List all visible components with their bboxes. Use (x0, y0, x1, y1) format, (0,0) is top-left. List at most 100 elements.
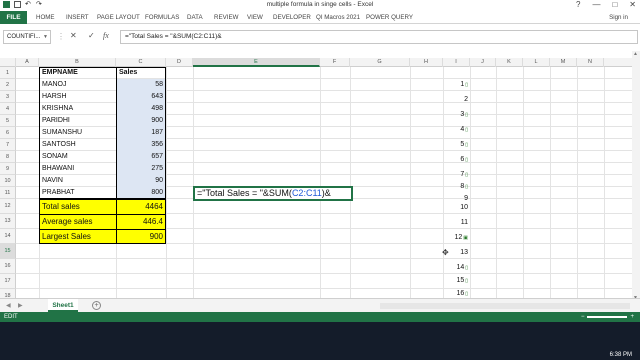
tab-review[interactable]: REVIEW (214, 11, 238, 24)
column-header-b[interactable]: B (39, 58, 116, 67)
cell-empname[interactable]: KRISHNA (40, 103, 73, 114)
cell-column-i[interactable]: 11 (443, 217, 470, 228)
total-sales-value[interactable]: 4464 (117, 200, 165, 214)
column-header-l[interactable]: L (523, 58, 550, 67)
column-header-h[interactable]: H (410, 58, 443, 67)
column-header-c[interactable]: C (116, 58, 166, 67)
column-header-a[interactable]: A (16, 58, 39, 67)
row-header[interactable]: 12 (0, 199, 16, 214)
cancel-entry-button[interactable]: ✕ (70, 31, 77, 40)
zoom-out-button[interactable]: − (581, 312, 585, 322)
cell-empname[interactable]: SONAM (40, 151, 68, 162)
cell-sales[interactable]: 643 (117, 91, 165, 102)
cell-column-i[interactable]: 12▣ (443, 232, 470, 244)
next-sheet-icon[interactable]: ▶ (18, 302, 23, 309)
horizontal-scrollbar[interactable] (380, 303, 630, 309)
scroll-up-icon[interactable]: ▲ (633, 51, 638, 57)
tab-power-query[interactable]: POWER QUERY (366, 11, 413, 24)
cell-column-i[interactable]: 14▯ (443, 262, 470, 274)
help-button[interactable]: ? (576, 0, 580, 9)
minimize-button[interactable]: — (592, 0, 600, 9)
tab-qi-macros[interactable]: QI Macros 2021 (316, 11, 360, 24)
cell-sales[interactable]: 90 (117, 175, 165, 186)
total-sales-label[interactable]: Total sales (40, 200, 80, 214)
column-header-g[interactable]: G (350, 58, 410, 67)
row-header[interactable]: 5 (0, 115, 16, 127)
cell-empname[interactable]: MANOJ (40, 79, 67, 90)
cell-sales[interactable]: 657 (117, 151, 165, 162)
cell-column-i[interactable]: 15▯ (443, 275, 470, 287)
cell-empname[interactable]: PRABHAT (40, 187, 75, 198)
row-header[interactable]: 7 (0, 139, 16, 151)
column-header-n[interactable]: N (577, 58, 604, 67)
insert-function-button[interactable]: fx (103, 31, 109, 40)
cell-sales[interactable]: 900 (117, 115, 165, 126)
column-header-k[interactable]: K (496, 58, 523, 67)
select-all-corner[interactable] (0, 58, 16, 67)
tab-file[interactable]: FILE (0, 11, 27, 24)
cell-column-i[interactable]: 6▯ (443, 154, 470, 166)
cell-sales[interactable]: 800 (117, 187, 165, 198)
cell-sales[interactable]: 498 (117, 103, 165, 114)
name-box[interactable]: COUNTIFI... ▼ (3, 30, 51, 44)
column-header-f[interactable]: F (320, 58, 350, 67)
row-header[interactable]: 17 (0, 274, 16, 289)
confirm-entry-button[interactable]: ✓ (88, 31, 95, 40)
tab-formulas[interactable]: FORMULAS (145, 11, 179, 24)
cell-sales[interactable]: 58 (117, 79, 165, 90)
close-button[interactable]: ✕ (629, 0, 636, 9)
row-header[interactable]: 16 (0, 259, 16, 274)
cell-column-i[interactable]: 7▯ (443, 169, 470, 181)
column-header-j[interactable]: J (470, 58, 496, 67)
cell-empname[interactable]: SANTOSH (40, 139, 76, 150)
maximize-button[interactable]: □ (612, 0, 617, 9)
cell-column-i[interactable]: 4▯ (443, 124, 470, 136)
largest-sales-value[interactable]: 900 (117, 230, 165, 244)
tab-developer[interactable]: DEVELOPER (273, 11, 311, 24)
average-sales-label[interactable]: Average sales (40, 215, 93, 229)
tab-data[interactable]: DATA (187, 11, 203, 24)
chevron-down-icon[interactable]: ▼ (43, 31, 48, 43)
cell-b1-header[interactable]: EMPNAME (40, 67, 78, 78)
prev-sheet-icon[interactable]: ◀ (6, 302, 11, 309)
row-header[interactable]: 8 (0, 151, 16, 163)
sheet-tab-sheet1[interactable]: Sheet1 (48, 299, 78, 312)
add-sheet-button[interactable]: + (92, 301, 101, 310)
cell-empname[interactable]: BHAWANI (40, 163, 74, 174)
row-header[interactable]: 4 (0, 103, 16, 115)
row-header[interactable]: 2 (0, 79, 16, 91)
cell-column-i[interactable]: 8▯ (443, 181, 470, 193)
tab-view[interactable]: VIEW (247, 11, 263, 24)
column-header-m[interactable]: M (550, 58, 577, 67)
cell-empname[interactable]: SUMANSHU (40, 127, 82, 138)
tab-page-layout[interactable]: PAGE LAYOUT (97, 11, 140, 24)
formula-input[interactable]: ="Total Sales = "&SUM(C2:C11)& (120, 30, 638, 44)
row-header[interactable]: 3 (0, 91, 16, 103)
row-header[interactable]: 10 (0, 175, 16, 187)
row-header[interactable]: 1 (0, 67, 16, 79)
column-header-i[interactable]: I (443, 58, 470, 67)
cell-column-i[interactable]: 3▯ (443, 109, 470, 121)
row-header[interactable]: 6 (0, 127, 16, 139)
row-header[interactable]: 9 (0, 163, 16, 175)
row-header[interactable]: 13 (0, 214, 16, 229)
cell-column-i[interactable]: 1▯ (443, 79, 470, 91)
cell-sales[interactable]: 356 (117, 139, 165, 150)
cell-column-i[interactable]: 5▯ (443, 139, 470, 151)
cell-column-i[interactable]: 10 (443, 202, 470, 213)
worksheet-grid[interactable]: A B C D E F G H I J K L M N 1 2 3 4 5 6 … (0, 51, 632, 301)
cell-empname[interactable]: NAVIN (40, 175, 63, 186)
cell-empname[interactable]: PARIDHI (40, 115, 70, 126)
cell-sales[interactable]: 187 (117, 127, 165, 138)
cell-sales[interactable]: 275 (117, 163, 165, 174)
row-header[interactable]: 14 (0, 229, 16, 244)
sign-in-link[interactable]: Sign in (609, 11, 628, 24)
column-header-d[interactable]: D (166, 58, 193, 67)
tab-insert[interactable]: INSERT (66, 11, 89, 24)
zoom-slider[interactable] (587, 316, 628, 318)
active-cell-editor[interactable]: ="Total Sales = "&SUM(C2:C11)& (193, 186, 353, 201)
largest-sales-label[interactable]: Largest Sales (40, 230, 91, 244)
row-header[interactable]: 11 (0, 187, 16, 199)
cell-column-i[interactable]: 2 (443, 94, 470, 105)
tab-home[interactable]: HOME (36, 11, 55, 24)
